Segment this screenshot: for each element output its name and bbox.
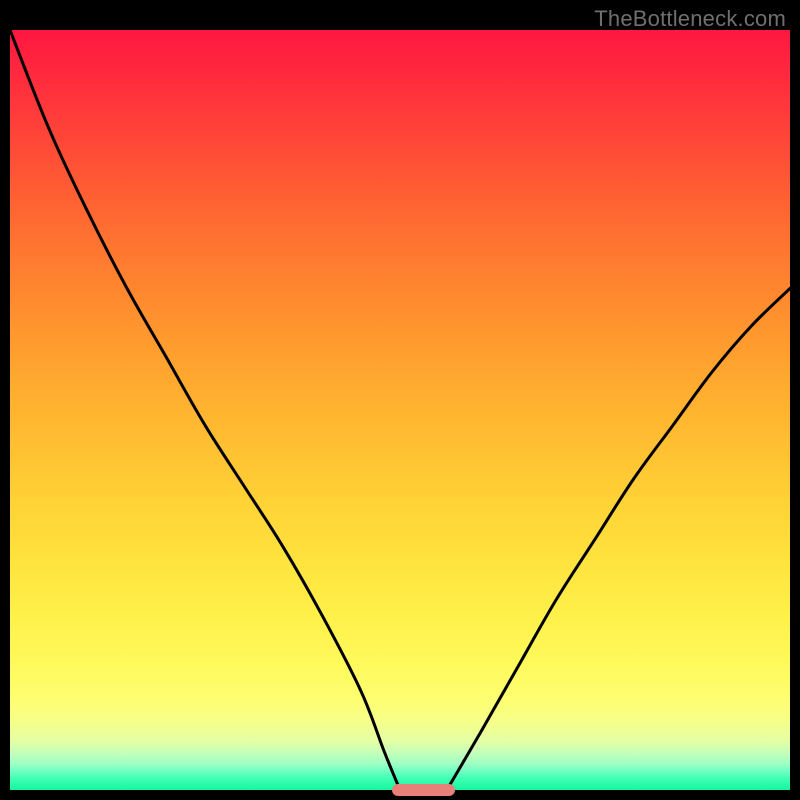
chart-background-gradient — [10, 30, 790, 790]
valley-marker — [392, 784, 454, 796]
chart-plot-area — [10, 30, 790, 790]
watermark-text: TheBottleneck.com — [594, 6, 786, 32]
